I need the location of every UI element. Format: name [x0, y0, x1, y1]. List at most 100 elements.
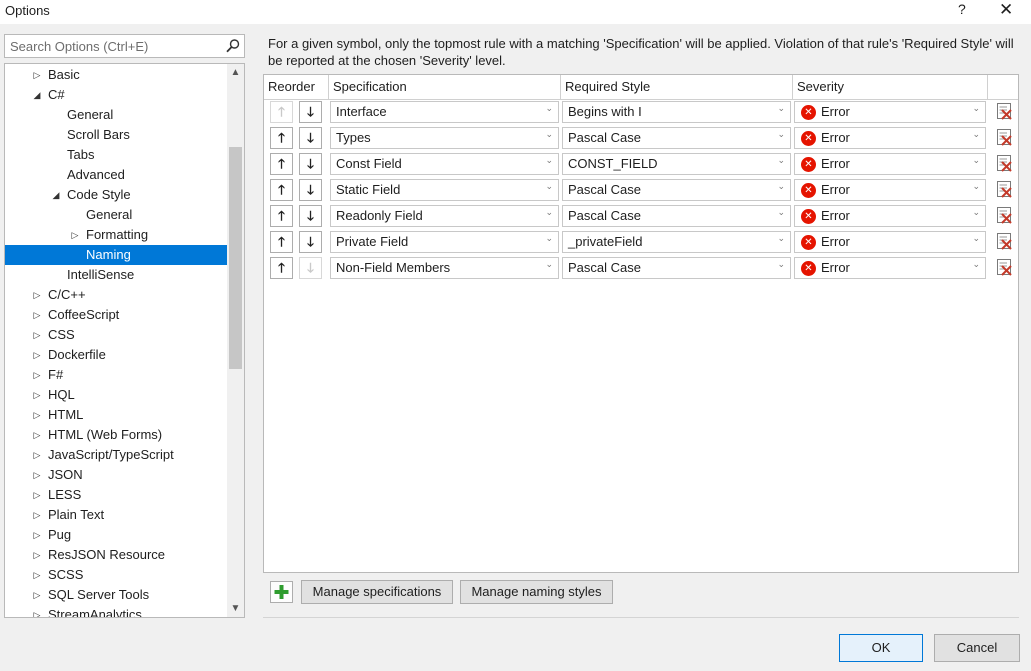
tree-item-basic[interactable]: ▷ Basic — [5, 65, 227, 85]
search-box[interactable] — [4, 34, 245, 58]
delete-row-icon[interactable] — [996, 232, 1013, 250]
move-down-button[interactable]: 🡓 — [299, 231, 322, 253]
ok-button[interactable]: OK — [839, 634, 923, 662]
expand-arrow-icon[interactable]: ▷ — [32, 385, 42, 405]
required-style-dropdown[interactable]: Pascal Case ⌄ — [562, 257, 791, 279]
tree-item-scroll-bars[interactable]: Scroll Bars — [5, 125, 227, 145]
expand-arrow-icon[interactable]: ▷ — [32, 565, 42, 585]
tree-scrollbar[interactable]: ▲ ▼ — [227, 64, 244, 617]
required-style-dropdown[interactable]: Pascal Case ⌄ — [562, 205, 791, 227]
specification-dropdown[interactable]: Static Field ⌄ — [330, 179, 559, 201]
required-style-dropdown[interactable]: CONST_FIELD ⌄ — [562, 153, 791, 175]
expand-arrow-icon[interactable]: ▷ — [32, 65, 42, 85]
delete-row-icon[interactable] — [996, 206, 1013, 224]
scroll-thumb[interactable] — [229, 147, 242, 369]
expand-arrow-icon[interactable]: ▷ — [70, 225, 80, 245]
required-style-dropdown[interactable]: _privateField ⌄ — [562, 231, 791, 253]
severity-dropdown[interactable]: ✕ Error ⌄ — [794, 179, 986, 201]
tree-item-html[interactable]: ▷ HTML — [5, 405, 227, 425]
severity-dropdown[interactable]: ✕ Error ⌄ — [794, 257, 986, 279]
expand-arrow-icon[interactable]: ▷ — [32, 585, 42, 605]
help-button[interactable]: ? — [958, 1, 966, 17]
expand-arrow-icon[interactable]: ▷ — [32, 525, 42, 545]
tree-item-plain-text[interactable]: ▷ Plain Text — [5, 505, 227, 525]
move-down-button[interactable]: 🡓 — [299, 179, 322, 201]
delete-row-icon[interactable] — [996, 102, 1013, 120]
tree-item-resjson-resource[interactable]: ▷ ResJSON Resource — [5, 545, 227, 565]
tree-item-json[interactable]: ▷ JSON — [5, 465, 227, 485]
expand-arrow-icon[interactable]: ▷ — [32, 405, 42, 425]
scroll-up-icon[interactable]: ▲ — [227, 64, 244, 81]
move-down-button[interactable]: 🡓 — [299, 101, 322, 123]
tree-item-fsharp[interactable]: ▷ F# — [5, 365, 227, 385]
tree-item-intellisense[interactable]: IntelliSense — [5, 265, 227, 285]
delete-row-icon[interactable] — [996, 128, 1013, 146]
scroll-down-icon[interactable]: ▼ — [227, 600, 244, 617]
delete-row-icon[interactable] — [996, 258, 1013, 276]
delete-row-icon[interactable] — [996, 180, 1013, 198]
tree-item-csharp[interactable]: ◢ C# — [5, 85, 227, 105]
move-up-button[interactable]: 🡑 — [270, 257, 293, 279]
specification-dropdown[interactable]: Types ⌄ — [330, 127, 559, 149]
expand-arrow-icon[interactable]: ▷ — [32, 505, 42, 525]
move-down-button[interactable]: 🡓 — [299, 257, 322, 279]
tree-item-streamanalytics[interactable]: ▷ StreamAnalytics — [5, 605, 227, 617]
specification-dropdown[interactable]: Readonly Field ⌄ — [330, 205, 559, 227]
severity-dropdown[interactable]: ✕ Error ⌄ — [794, 101, 986, 123]
search-input[interactable] — [8, 38, 223, 54]
severity-dropdown[interactable]: ✕ Error ⌄ — [794, 127, 986, 149]
tree-item-dockerfile[interactable]: ▷ Dockerfile — [5, 345, 227, 365]
tree-item-hql[interactable]: ▷ HQL — [5, 385, 227, 405]
expand-arrow-icon[interactable]: ▷ — [32, 305, 42, 325]
manage-naming-styles-button[interactable]: Manage naming styles — [460, 580, 613, 604]
expand-arrow-icon[interactable]: ▷ — [32, 365, 42, 385]
tree-item-css[interactable]: ▷ CSS — [5, 325, 227, 345]
move-down-button[interactable]: 🡓 — [299, 205, 322, 227]
search-icon[interactable] — [225, 38, 241, 54]
tree-item-cpp[interactable]: ▷ C/C++ — [5, 285, 227, 305]
move-up-button[interactable]: 🡑 — [270, 127, 293, 149]
add-rule-button[interactable] — [270, 581, 293, 603]
tree-item-tabs[interactable]: Tabs — [5, 145, 227, 165]
tree-item-sql-server-tools[interactable]: ▷ SQL Server Tools — [5, 585, 227, 605]
close-button[interactable]: ✕ — [999, 0, 1013, 20]
collapse-arrow-icon[interactable]: ◢ — [32, 85, 42, 105]
move-up-button[interactable]: 🡑 — [270, 179, 293, 201]
severity-dropdown[interactable]: ✕ Error ⌄ — [794, 231, 986, 253]
required-style-dropdown[interactable]: Pascal Case ⌄ — [562, 127, 791, 149]
tree-item-pug[interactable]: ▷ Pug — [5, 525, 227, 545]
move-down-button[interactable]: 🡓 — [299, 127, 322, 149]
move-up-button[interactable]: 🡑 — [270, 231, 293, 253]
expand-arrow-icon[interactable]: ▷ — [32, 285, 42, 305]
tree-item-scss[interactable]: ▷ SCSS — [5, 565, 227, 585]
tree-item-csharp-general[interactable]: General — [5, 105, 227, 125]
move-down-button[interactable]: 🡓 — [299, 153, 322, 175]
move-up-button[interactable]: 🡑 — [270, 101, 293, 123]
expand-arrow-icon[interactable]: ▷ — [32, 425, 42, 445]
move-up-button[interactable]: 🡑 — [270, 205, 293, 227]
specification-dropdown[interactable]: Const Field ⌄ — [330, 153, 559, 175]
specification-dropdown[interactable]: Private Field ⌄ — [330, 231, 559, 253]
manage-specifications-button[interactable]: Manage specifications — [301, 580, 453, 604]
expand-arrow-icon[interactable]: ▷ — [32, 465, 42, 485]
move-up-button[interactable]: 🡑 — [270, 153, 293, 175]
required-style-dropdown[interactable]: Pascal Case ⌄ — [562, 179, 791, 201]
delete-row-icon[interactable] — [996, 154, 1013, 172]
expand-arrow-icon[interactable]: ▷ — [32, 485, 42, 505]
tree-item-less[interactable]: ▷ LESS — [5, 485, 227, 505]
tree-item-code-style-general[interactable]: General — [5, 205, 227, 225]
collapse-arrow-icon[interactable]: ◢ — [51, 185, 61, 205]
expand-arrow-icon[interactable]: ▷ — [32, 325, 42, 345]
tree-item-formatting[interactable]: ▷ Formatting — [5, 225, 227, 245]
cancel-button[interactable]: Cancel — [934, 634, 1020, 662]
tree-item-code-style[interactable]: ◢ Code Style — [5, 185, 227, 205]
expand-arrow-icon[interactable]: ▷ — [32, 605, 42, 617]
tree-item-advanced[interactable]: Advanced — [5, 165, 227, 185]
expand-arrow-icon[interactable]: ▷ — [32, 445, 42, 465]
tree-item-javascript-typescript[interactable]: ▷ JavaScript/TypeScript — [5, 445, 227, 465]
severity-dropdown[interactable]: ✕ Error ⌄ — [794, 153, 986, 175]
specification-dropdown[interactable]: Interface ⌄ — [330, 101, 559, 123]
tree-item-naming[interactable]: Naming — [5, 245, 227, 265]
required-style-dropdown[interactable]: Begins with I ⌄ — [562, 101, 791, 123]
expand-arrow-icon[interactable]: ▷ — [32, 545, 42, 565]
